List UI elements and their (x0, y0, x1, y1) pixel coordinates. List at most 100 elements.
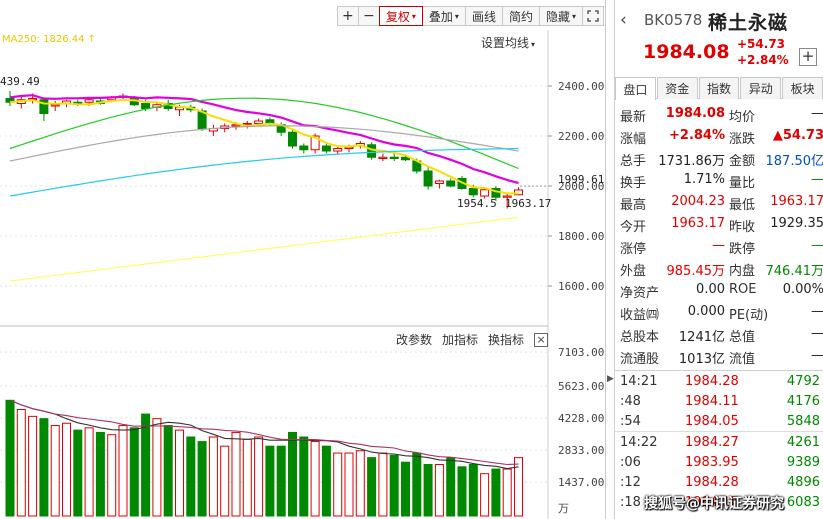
tick-time: 14:22 (620, 435, 658, 450)
kline-chart-area[interactable]: 2400.00 2200.00 2000.00 1800.00 1600.00 7103.… (0, 0, 606, 519)
zoom-out-button[interactable]: − (357, 6, 380, 26)
tick-qty: 4896 (786, 475, 820, 490)
quote-row: 外盘 985.45万 内盘 746.41万 (615, 257, 823, 279)
candle-body (434, 180, 444, 184)
quote-label: 流通股 (620, 352, 660, 367)
volume-tick-label: 4228.00 (558, 412, 604, 425)
tick-price: 1984.05 (685, 414, 739, 429)
tick-time: :48 (620, 394, 641, 409)
candle-body (389, 156, 399, 159)
swap-indicator-button[interactable]: 换指标 (488, 331, 524, 348)
add-watchlist-button[interactable]: + (799, 48, 817, 66)
tab-fund-flow[interactable]: 资金 (656, 77, 698, 99)
volume-bar (457, 466, 467, 517)
tick-time: :06 (620, 455, 641, 470)
quote-label: 最低 (729, 198, 756, 213)
tick-qty: 4792 (786, 374, 820, 389)
tab-sector[interactable]: 板块 (782, 77, 823, 99)
volume-bar (389, 454, 399, 517)
quote-row: 收益㈣ 0.000 PE(动) — (615, 301, 823, 323)
stock-name: 稀土永磁 (708, 12, 789, 34)
add-indicator-button[interactable]: 加指标 (442, 331, 478, 348)
quote-tabs: 盘口 资金 指数 异动 板块 (615, 77, 823, 100)
quote-value: 1013亿 (678, 352, 725, 367)
tab-order-book[interactable]: 盘口 (615, 77, 656, 100)
ma-setting-button[interactable]: 设置均线 ▾ (481, 34, 535, 51)
draw-line-button[interactable]: 画线 (464, 6, 503, 26)
quote-value: 1731.86万 (658, 154, 725, 169)
volume-bar (502, 468, 512, 517)
price-tick-label: 2400.00 (558, 80, 604, 93)
volume-bar (468, 464, 478, 517)
volume-bar (5, 399, 15, 517)
quote-value: — (811, 106, 823, 121)
change-params-button[interactable]: 改参数 (396, 331, 432, 348)
tick-price: 1983.95 (685, 455, 739, 470)
volume-bar (220, 445, 230, 517)
volume-bar (310, 441, 320, 517)
quote-row: 净资产 0.00 ROE 0.00% (615, 279, 823, 301)
ma250-line (9, 216, 519, 282)
fullscreen-button[interactable] (582, 6, 604, 26)
quote-row: 最新 1984.08 均价 — (615, 103, 823, 125)
adjust-button[interactable]: 复权 ▾ (378, 6, 423, 26)
volume-bar (423, 464, 433, 517)
volume-bar (265, 445, 275, 517)
candle-body (288, 131, 297, 147)
volume-tick-label: 7103.00 (558, 346, 604, 359)
tick-row: :12 1984.28 4896 (615, 472, 823, 492)
candle-body (321, 145, 331, 152)
quote-label: 总值 (729, 330, 756, 345)
adjust-label: 复权 (385, 9, 410, 24)
brief-button[interactable]: 简约 (501, 6, 540, 26)
hide-label: 隐藏 (545, 9, 570, 24)
quote-value: 1963.17 (671, 216, 725, 231)
watermark: 搜狐号@中讯证券研究 (644, 496, 784, 512)
quote-panel: ‹ BK0578 稀土永磁 1984.08 +54.73 +2.84% + 盘口… (614, 0, 823, 519)
quote-label: PE(动) (729, 308, 769, 323)
volume-bar (514, 457, 523, 517)
quote-label: 跌停 (729, 242, 756, 257)
close-icon[interactable]: × (534, 332, 549, 347)
overlay-label: 叠加 (428, 9, 453, 24)
volume-bar (355, 450, 365, 517)
volume-bar (141, 413, 151, 517)
quote-label: 涨停 (620, 242, 647, 257)
chevron-down-icon: ▾ (531, 40, 536, 49)
volume-bar (73, 429, 83, 517)
chevron-down-icon: ▾ (571, 11, 576, 21)
tick-row: :06 1983.95 9389 (615, 452, 823, 472)
quote-row: 总股本 1241亿 总值 — (615, 323, 823, 345)
volume-bar (344, 452, 354, 517)
price-change: +54.73 (737, 37, 786, 51)
price-tick-label: 2200.00 (558, 130, 604, 143)
volume-bar (446, 457, 456, 517)
overlay-button[interactable]: 叠加 ▾ (421, 6, 466, 26)
tab-movement[interactable]: 异动 (740, 77, 782, 99)
candle-body (141, 103, 151, 109)
tick-row: 14:21 1984.28 4792 (615, 371, 823, 391)
hide-button[interactable]: 隐藏 ▾ (538, 6, 583, 26)
quote-row: 涨停 — 跌停 — (615, 235, 823, 257)
quote-row: 换手 1.71% 量比 — (615, 169, 823, 191)
tab-index[interactable]: 指数 (698, 77, 740, 99)
quote-value: 1241亿 (678, 330, 725, 345)
tick-price: 1984.28 (685, 374, 739, 389)
quote-label: 总股本 (620, 330, 660, 345)
volume-bar (491, 468, 501, 517)
candle-body (242, 123, 252, 126)
volume-bar (434, 464, 444, 517)
zoom-in-button[interactable]: + (336, 6, 359, 26)
price-change-pct: +2.84% (737, 53, 789, 67)
collapse-panel-icon[interactable]: ▶ (607, 372, 614, 386)
volume-bar (288, 431, 297, 517)
volume-bar (107, 434, 117, 517)
price-chart-svg[interactable]: 2400.002200.002000.001800.001600.007103.… (0, 0, 606, 519)
quote-label: 均价 (729, 110, 756, 125)
last-price: 1984.08 (643, 41, 730, 63)
quote-value: 0.00% (782, 282, 823, 297)
quote-value: 1929.35 (770, 216, 823, 231)
back-icon[interactable]: ‹ (620, 10, 627, 30)
candle-body (378, 156, 388, 159)
volume-bar (95, 431, 105, 517)
